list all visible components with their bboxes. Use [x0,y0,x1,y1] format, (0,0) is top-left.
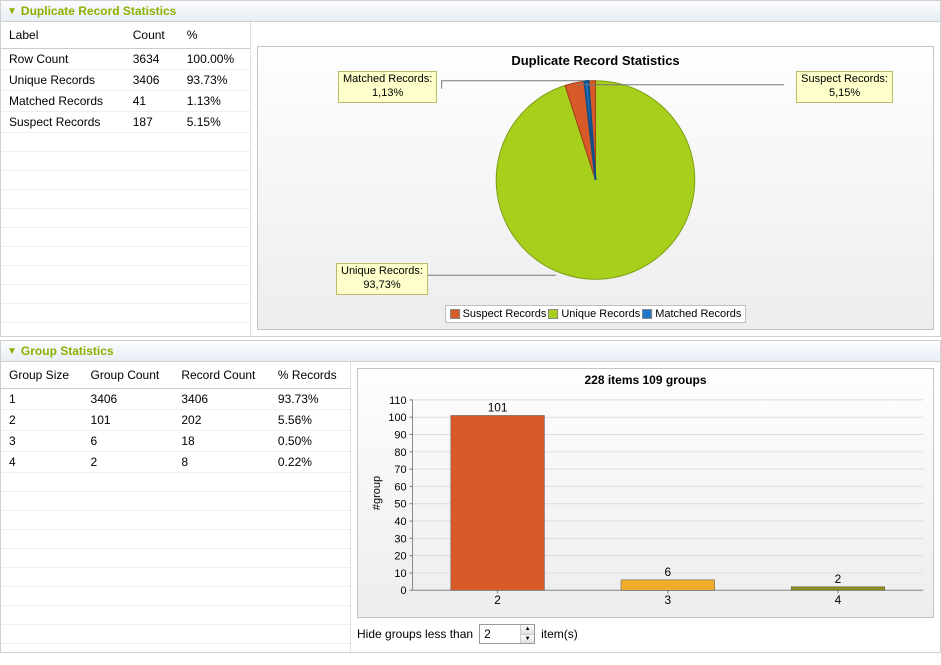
legend-swatch-icon [450,309,460,319]
col-pct-records[interactable]: % Records [270,362,350,389]
bar-chart: 0 10 20 30 40 50 60 70 80 90 100 110 101 2 6 3 2 4 [358,391,933,615]
table-row[interactable]: 2 101 202 5.56% [1,410,350,431]
svg-text:90: 90 [394,429,406,441]
table-row [1,209,250,228]
svg-text:20: 20 [394,551,406,563]
table-row [1,171,250,190]
svg-text:100: 100 [388,412,406,424]
col-pct[interactable]: % [179,22,250,49]
table-row[interactable]: Unique Records 3406 93.73% [1,70,250,91]
table-row [1,511,350,530]
table-row [1,304,250,323]
pie-chart [258,70,933,292]
table-row [1,133,250,152]
table-row [1,530,350,549]
table-row [1,266,250,285]
pie-chart-title: Duplicate Record Statistics [258,47,933,70]
table-row[interactable]: 4 2 8 0.22% [1,452,350,473]
filter-suffix: item(s) [541,627,578,641]
table-row [1,247,250,266]
svg-text:2: 2 [494,593,501,607]
group-stats-table-area: Group Size Group Count Record Count % Re… [1,362,351,652]
table-row[interactable]: Row Count 3634 100.00% [1,49,250,70]
callout-unique: Unique Records: 93,73% [336,263,428,295]
svg-text:3: 3 [665,593,672,607]
panel-title: Group Statistics [21,344,114,358]
svg-text:6: 6 [665,565,672,579]
group-statistics-panel: ▼ Group Statistics Group Size Group Coun… [0,340,941,653]
bar-chart-area: 228 items 109 groups #group 0 10 20 30 40 50 6… [351,362,940,652]
pie-chart-panel: Duplicate Record Statistics [257,46,934,330]
svg-text:40: 40 [394,516,406,528]
table-row [1,473,350,492]
table-row [1,285,250,304]
duplicate-stats-table: Label Count % Row Count 3634 100.00% Uni… [1,22,250,323]
svg-text:70: 70 [394,464,406,476]
svg-text:30: 30 [394,533,406,545]
spinner-down-icon[interactable]: ▼ [521,635,534,644]
pie-chart-area: Duplicate Record Statistics [251,22,940,336]
callout-suspect: Suspect Records: 5,15% [796,71,893,103]
col-label[interactable]: Label [1,22,125,49]
col-group-count[interactable]: Group Count [83,362,174,389]
panel-header-group[interactable]: ▼ Group Statistics [1,341,940,362]
hide-groups-filter: Hide groups less than ▲ ▼ item(s) [357,618,934,646]
legend-swatch-icon [642,309,652,319]
table-row [1,549,350,568]
panel-header-duplicate[interactable]: ▼ Duplicate Record Statistics [1,1,940,22]
bar-chart-ylabel: #group [371,476,383,510]
group-stats-table: Group Size Group Count Record Count % Re… [1,362,350,644]
svg-text:80: 80 [394,447,406,459]
table-row [1,625,350,644]
duplicate-stats-table-area: Label Count % Row Count 3634 100.00% Uni… [1,22,251,336]
svg-text:110: 110 [389,395,406,407]
table-row [1,190,250,209]
bar-chart-panel: 228 items 109 groups #group 0 10 20 30 40 50 6… [357,368,934,618]
table-row [1,568,350,587]
svg-text:60: 60 [394,481,406,493]
col-count[interactable]: Count [125,22,179,49]
table-row [1,492,350,511]
filter-prefix: Hide groups less than [357,627,473,641]
svg-text:4: 4 [835,593,842,607]
table-row [1,587,350,606]
panel-title: Duplicate Record Statistics [21,4,176,18]
duplicate-record-statistics-panel: ▼ Duplicate Record Statistics Label Coun… [0,0,941,337]
table-row[interactable]: Suspect Records 187 5.15% [1,112,250,133]
table-row[interactable]: 3 6 18 0.50% [1,431,350,452]
pie-legend: Suspect Records Unique Records Matched R… [445,305,747,323]
chevron-down-icon: ▼ [7,6,17,17]
table-row [1,228,250,247]
svg-text:10: 10 [394,568,406,580]
callout-matched: Matched Records: 1,13% [338,71,437,103]
table-row [1,152,250,171]
table-row[interactable]: Matched Records 41 1.13% [1,91,250,112]
chevron-down-icon: ▼ [7,346,17,357]
bar-chart-title: 228 items 109 groups [358,369,933,391]
table-row[interactable]: 1 3406 3406 93.73% [1,389,350,410]
legend-swatch-icon [548,309,558,319]
svg-text:0: 0 [401,585,407,597]
svg-text:101: 101 [488,401,508,415]
spinner-up-icon[interactable]: ▲ [521,625,534,635]
col-record-count[interactable]: Record Count [173,362,270,389]
filter-spinner-input[interactable] [480,625,520,643]
table-row [1,606,350,625]
col-group-size[interactable]: Group Size [1,362,83,389]
filter-spinner[interactable]: ▲ ▼ [479,624,535,644]
svg-text:50: 50 [394,499,406,511]
svg-text:2: 2 [835,572,842,586]
